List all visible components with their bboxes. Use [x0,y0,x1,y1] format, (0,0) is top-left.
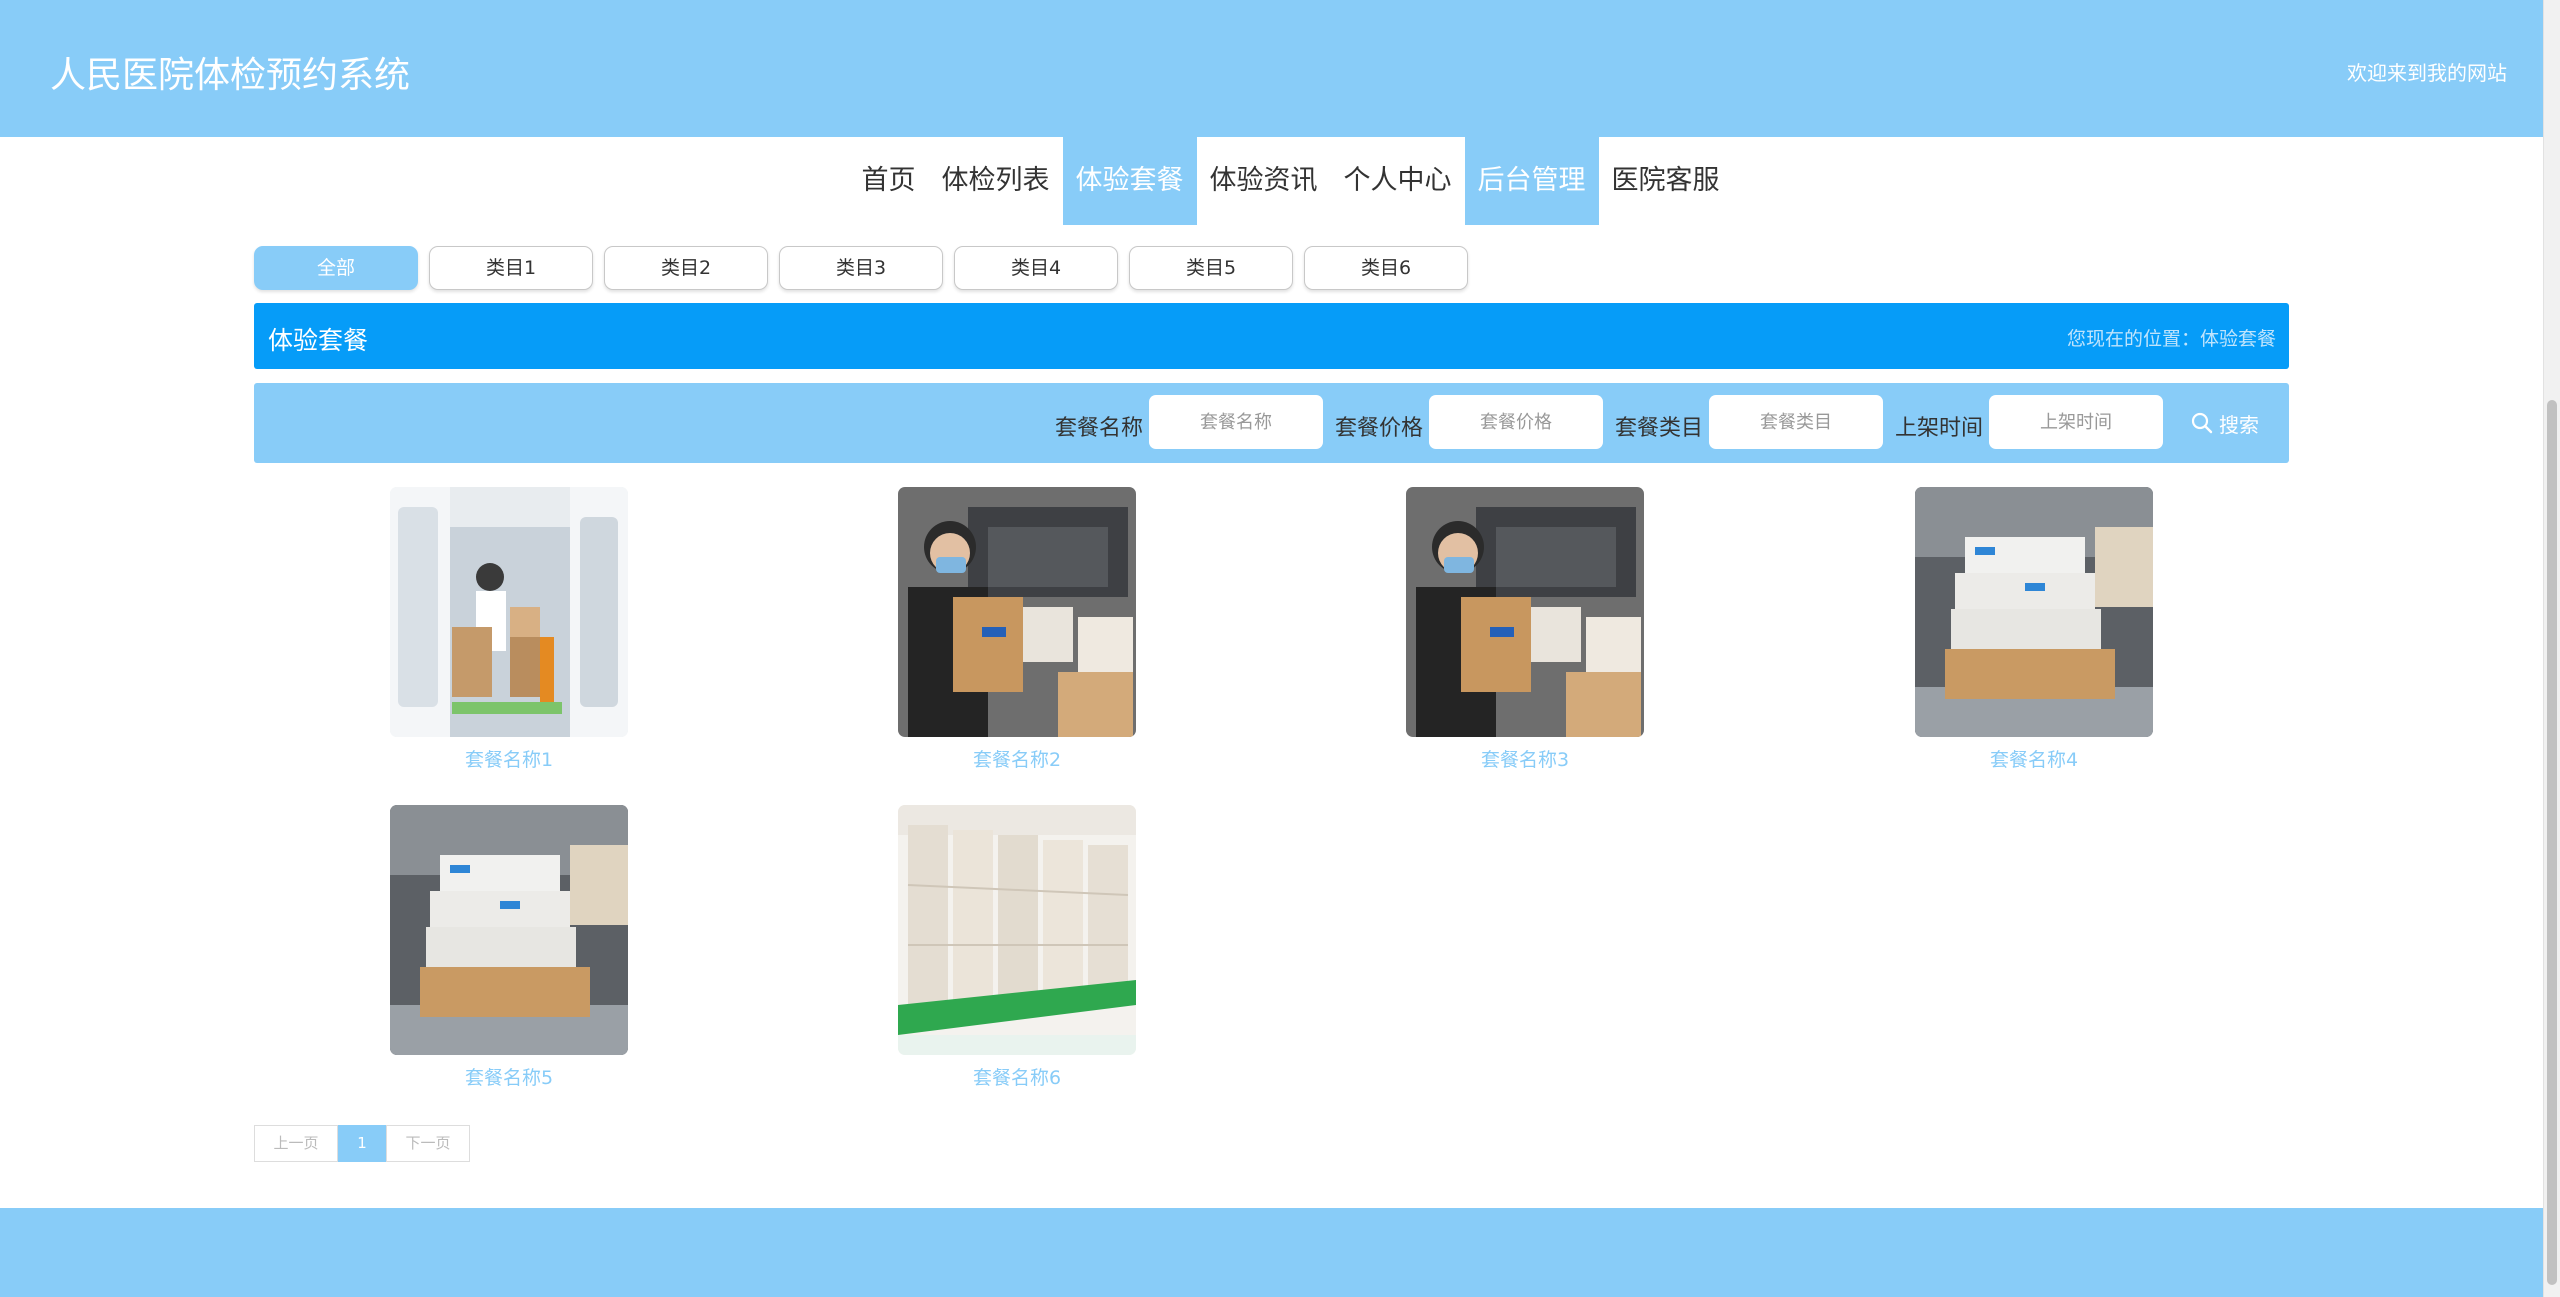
site-title: 人民医院体检预约系统 [50,55,411,96]
package-category-input[interactable] [1709,395,1883,449]
nav-item-news[interactable]: 体验资讯 [1197,137,1331,225]
package-name-input[interactable] [1149,395,1323,449]
listing-time-input[interactable] [1989,395,2163,449]
stacked-boxes-warehouse-photo[interactable] [390,805,628,1055]
main-nav: 首页 体检列表 体验套餐 体验资讯 个人中心 后台管理 医院客服 [0,137,2543,225]
page-1-button[interactable]: 1 [338,1125,386,1162]
site-footer [0,1208,2543,1297]
welcome-text: 欢迎来到我的网站 [2347,61,2507,85]
category-5-button[interactable]: 类目5 [1129,246,1293,290]
vertical-scrollbar[interactable] [2543,0,2560,1297]
nav-item-exam-list[interactable]: 体检列表 [929,137,1063,225]
category-6-button[interactable]: 类目6 [1304,246,1468,290]
nav-item-packages[interactable]: 体验套餐 [1062,137,1197,225]
prev-page-button[interactable]: 上一页 [254,1125,338,1162]
package-card-2[interactable]: 套餐名称2 [898,487,1136,772]
search-bar: 套餐名称 套餐价格 套餐类目 上架时间 搜索 [254,383,2289,463]
package-card-5[interactable]: 套餐名称5 [390,805,628,1090]
boxes-on-green-pallets-photo[interactable] [898,805,1136,1055]
package-category-label: 套餐类目 [1615,416,1704,441]
breadcrumb: 您现在的位置：体验套餐 [2066,328,2276,350]
scrollbar-thumb[interactable] [2547,400,2557,1285]
package-name[interactable]: 套餐名称3 [1406,745,1644,772]
section-title: 体验套餐 [268,326,369,355]
category-all-button[interactable]: 全部 [254,246,418,290]
package-card-1[interactable]: 套餐名称1 [390,487,628,772]
package-name[interactable]: 套餐名称5 [390,1063,628,1090]
package-card-4[interactable]: 套餐名称4 [1915,487,2153,772]
package-name[interactable]: 套餐名称6 [898,1063,1136,1090]
package-name[interactable]: 套餐名称2 [898,745,1136,772]
package-name-label: 套餐名称 [1055,416,1144,441]
search-button-label: 搜索 [2219,412,2259,437]
package-name[interactable]: 套餐名称1 [390,745,628,772]
search-button[interactable]: 搜索 [2191,405,2259,441]
category-3-button[interactable]: 类目3 [779,246,943,290]
next-page-button[interactable]: 下一页 [386,1125,470,1162]
nav-item-user-center[interactable]: 个人中心 [1331,137,1465,225]
site-header: 人民医院体检预约系统 欢迎来到我的网站 [0,0,2543,137]
package-price-label: 套餐价格 [1335,416,1424,441]
package-price-input[interactable] [1429,395,1603,449]
nav-item-admin[interactable]: 后台管理 [1464,137,1599,225]
package-card-6[interactable]: 套餐名称6 [898,805,1136,1090]
category-2-button[interactable]: 类目2 [604,246,768,290]
woman-with-box-car-photo[interactable] [1406,487,1644,737]
category-filter: 全部 类目1 类目2 类目3 类目4 类目5 类目6 [254,246,1479,290]
search-icon [2191,412,2213,434]
package-name[interactable]: 套餐名称4 [1915,745,2153,772]
category-4-button[interactable]: 类目4 [954,246,1118,290]
pagination: 上一页 1 下一页 [254,1125,470,1162]
stacked-boxes-warehouse-photo[interactable] [1915,487,2153,737]
ambulance-loading-photo[interactable] [390,487,628,737]
listing-time-label: 上架时间 [1895,416,1984,441]
category-1-button[interactable]: 类目1 [429,246,593,290]
section-title-bar: 体验套餐 您现在的位置：体验套餐 [254,303,2289,369]
package-card-3[interactable]: 套餐名称3 [1406,487,1644,772]
nav-item-home[interactable]: 首页 [849,137,929,225]
nav-item-customer-service[interactable]: 医院客服 [1599,137,1733,225]
woman-with-box-car-photo[interactable] [898,487,1136,737]
